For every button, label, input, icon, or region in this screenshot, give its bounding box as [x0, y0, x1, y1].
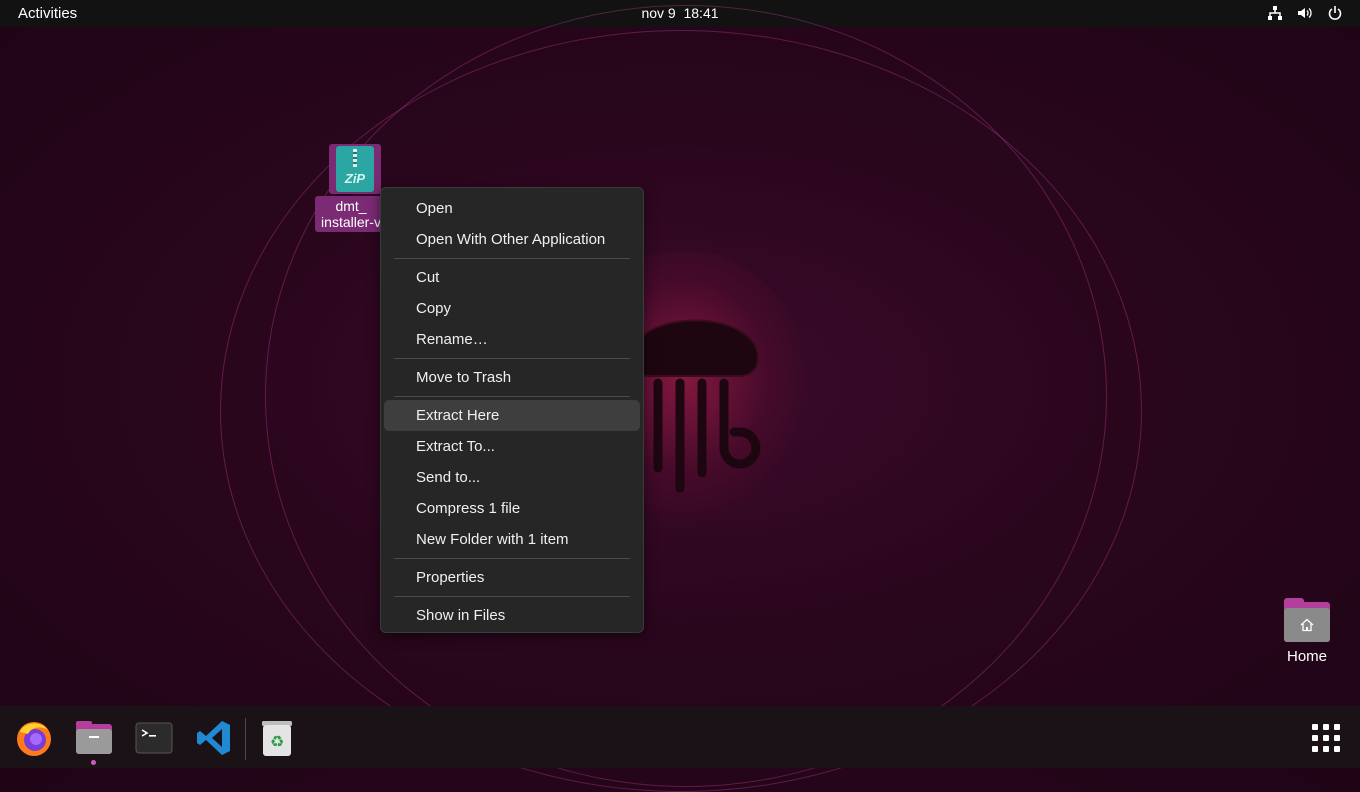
desktop-home-folder[interactable]: Home: [1276, 598, 1338, 665]
zip-icon-text: ZiP: [344, 171, 366, 186]
zip-label-line2: installer-v: [321, 214, 381, 230]
menu-item-extract-here[interactable]: Extract Here: [384, 400, 640, 431]
dock: ♻: [0, 706, 1360, 768]
menu-separator: [394, 396, 630, 397]
menu-item-show-in-files[interactable]: Show in Files: [384, 600, 640, 631]
network-icon[interactable]: [1266, 4, 1284, 22]
menu-separator: [394, 558, 630, 559]
menu-item-cut[interactable]: Cut: [384, 262, 640, 293]
power-icon[interactable]: [1326, 4, 1344, 22]
menu-separator: [394, 258, 630, 259]
zip-file-label: dmt_ installer-v: [315, 196, 387, 232]
volume-icon[interactable]: [1296, 4, 1314, 22]
firefox-icon[interactable]: [14, 718, 54, 758]
home-folder-label: Home: [1286, 648, 1327, 665]
apps-grid-icon[interactable]: [1312, 724, 1340, 752]
menu-item-move-to-trash[interactable]: Move to Trash: [384, 362, 640, 393]
vscode-icon[interactable]: [194, 718, 234, 758]
trash-icon[interactable]: ♻: [257, 718, 297, 758]
menu-item-extract-to[interactable]: Extract To...: [384, 431, 640, 462]
svg-text:♻: ♻: [270, 732, 284, 751]
menu-separator: [394, 596, 630, 597]
menu-item-copy[interactable]: Copy: [384, 293, 640, 324]
menu-separator: [394, 358, 630, 359]
menu-item-rename[interactable]: Rename…: [384, 324, 640, 355]
menu-item-open-with[interactable]: Open With Other Application: [384, 224, 640, 255]
dock-separator: [245, 718, 246, 760]
menu-item-compress[interactable]: Compress 1 file: [384, 493, 640, 524]
menu-item-send-to[interactable]: Send to...: [384, 462, 640, 493]
files-icon[interactable]: [74, 718, 114, 758]
menu-item-open[interactable]: Open: [384, 193, 640, 224]
house-icon: [1300, 618, 1314, 632]
zip-file-icon: ZiP: [329, 144, 381, 194]
menu-item-new-folder-with-item[interactable]: New Folder with 1 item: [384, 524, 640, 555]
zip-label-line1: dmt_: [335, 198, 367, 214]
terminal-icon[interactable]: [134, 718, 174, 758]
running-indicator: [91, 760, 96, 765]
system-tray[interactable]: [1266, 4, 1344, 22]
context-menu: Open Open With Other Application Cut Cop…: [380, 187, 644, 633]
menu-item-properties[interactable]: Properties: [384, 562, 640, 593]
home-folder-icon: [1284, 598, 1330, 642]
